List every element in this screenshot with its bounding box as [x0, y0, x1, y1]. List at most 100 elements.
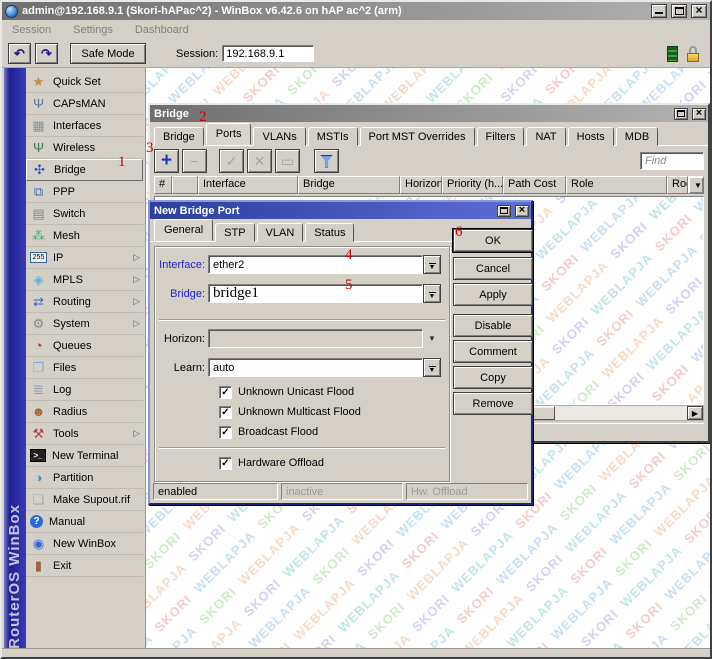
- learn-field[interactable]: auto: [208, 358, 423, 377]
- sidebar-item-radius[interactable]: ☻Radius: [26, 401, 143, 423]
- tools-icon: ⚒: [30, 426, 47, 442]
- sidebar-item-queues[interactable]: ◔Queues: [26, 335, 143, 357]
- sidebar-item-capsman[interactable]: ΨCAPsMAN: [26, 93, 143, 115]
- sidebar-item-partition[interactable]: ◑Partition: [26, 467, 143, 489]
- dialog-tab-general[interactable]: General: [154, 219, 213, 241]
- apply-button[interactable]: Apply: [453, 283, 533, 306]
- exit-icon: ▮: [30, 558, 47, 574]
- tab-bridge[interactable]: Bridge: [154, 127, 204, 146]
- copy-button[interactable]: Copy: [453, 366, 533, 389]
- partition-icon: ◑: [30, 470, 47, 485]
- sidebar-item-log[interactable]: ≣Log: [26, 379, 143, 401]
- tab-mdb[interactable]: MDB: [616, 127, 658, 146]
- maximize-icon: [677, 110, 685, 117]
- sidebar-item-label: New WinBox: [53, 538, 116, 550]
- learn-dropdown-button[interactable]: ▼: [423, 358, 441, 377]
- sidebar-item-quick-set[interactable]: ★Quick Set: [26, 71, 143, 93]
- hardware-offload-checkbox[interactable]: ✓: [219, 457, 232, 470]
- close-button[interactable]: ×: [691, 4, 707, 18]
- tab-mstis[interactable]: MSTIs: [308, 127, 358, 146]
- sidebar-item-ppp[interactable]: ⧉PPP: [26, 181, 143, 203]
- remove-button[interactable]: −: [182, 149, 207, 173]
- maximize-button[interactable]: [671, 4, 687, 18]
- dialog-maximize-button[interactable]: [497, 205, 511, 217]
- broadcast-flood-checkbox[interactable]: ✓: [219, 426, 232, 439]
- sidebar-item-routing[interactable]: ⇄Routing▷: [26, 291, 143, 313]
- bridge-field[interactable]: bridge1: [208, 284, 423, 303]
- tab-vlans[interactable]: VLANs: [253, 127, 305, 146]
- sidebar-item-new-terminal[interactable]: >_New Terminal: [26, 445, 143, 467]
- main-titlebar[interactable]: admin@192.168.9.1 (Skori-hAPac^2) - WinB…: [2, 2, 710, 20]
- session-field[interactable]: 192.168.9.1: [222, 45, 314, 62]
- dialog-close-button[interactable]: ×: [515, 205, 529, 217]
- tab-ports[interactable]: Ports: [206, 123, 252, 145]
- sidebar-item-mpls[interactable]: ◈MPLS▷: [26, 269, 143, 291]
- bridge-titlebar[interactable]: Bridge ×: [150, 105, 708, 122]
- find-input[interactable]: [640, 152, 704, 170]
- brand-text: RouterOS WinBox: [6, 504, 23, 649]
- unknown-multicast-flood-checkbox[interactable]: ✓: [219, 406, 232, 419]
- sidebar-item-files[interactable]: ❐Files: [26, 357, 143, 379]
- horizon-field[interactable]: [208, 329, 423, 348]
- bridge-close-button[interactable]: ×: [692, 108, 706, 120]
- dialog-tab-stp[interactable]: STP: [215, 223, 254, 242]
- menu-session[interactable]: Session: [12, 24, 51, 36]
- enable-button[interactable]: ✓: [219, 149, 244, 173]
- checkbox-row-unknown-multicast-flood[interactable]: ✓Unknown Multicast Flood: [219, 404, 361, 420]
- column-select-button[interactable]: ▼: [688, 176, 704, 194]
- sidebar-item-switch[interactable]: ▤Switch: [26, 203, 143, 225]
- sidebar-item-make-supout-rif[interactable]: ❏Make Supout.rif: [26, 489, 143, 511]
- disable-button[interactable]: ✕: [247, 149, 272, 173]
- checkbox-row-broadcast-flood[interactable]: ✓Broadcast Flood: [219, 424, 318, 440]
- scroll-right-button[interactable]: ▶: [687, 406, 703, 420]
- filter-button[interactable]: [314, 149, 339, 173]
- safe-mode-button[interactable]: Safe Mode: [70, 43, 146, 64]
- bridge-dropdown-button[interactable]: ▼: [423, 284, 441, 303]
- dialog-tab-vlan[interactable]: VLAN: [257, 223, 304, 242]
- sidebar-item-mesh[interactable]: ⁂Mesh: [26, 225, 143, 247]
- column-header-interface[interactable]: Interface: [198, 176, 298, 194]
- column-header-roo[interactable]: Roo: [667, 176, 688, 194]
- column-header-item[interactable]: [172, 176, 198, 194]
- unknown-unicast-flood-checkbox[interactable]: ✓: [219, 386, 232, 399]
- column-header-bridge[interactable]: Bridge: [298, 176, 400, 194]
- column-header-horizon[interactable]: Horizon: [400, 176, 442, 194]
- add-button[interactable]: +: [154, 149, 179, 173]
- sidebar-item-new-winbox[interactable]: ◉New WinBox: [26, 533, 143, 555]
- interface-field[interactable]: ether2: [208, 255, 423, 274]
- ok-button[interactable]: OK: [453, 229, 533, 252]
- cancel-button[interactable]: Cancel: [453, 257, 533, 280]
- remove-button[interactable]: Remove: [453, 392, 533, 415]
- menu-settings[interactable]: Settings: [73, 24, 113, 36]
- tab-filters[interactable]: Filters: [477, 127, 525, 146]
- redo-button[interactable]: ↷: [35, 43, 58, 64]
- column-header-priority-h[interactable]: Priority (h...: [442, 176, 503, 194]
- sidebar-item-exit[interactable]: ▮Exit: [26, 555, 143, 577]
- dialog-titlebar[interactable]: New Bridge Port ×: [150, 202, 531, 219]
- sidebar-item-system[interactable]: ⚙System▷: [26, 313, 143, 335]
- sidebar-item-interfaces[interactable]: ▦Interfaces: [26, 115, 143, 137]
- sidebar-item-ip[interactable]: 255IP▷: [26, 247, 143, 269]
- column-header-blank[interactable]: #: [154, 176, 172, 194]
- sidebar-item-wireless[interactable]: ΨWireless: [26, 137, 143, 159]
- sidebar-item-bridge[interactable]: ✣Bridge: [26, 159, 143, 181]
- column-header-path-cost[interactable]: Path Cost: [503, 176, 566, 194]
- comment-button[interactable]: Comment: [453, 340, 533, 363]
- tab-hosts[interactable]: Hosts: [568, 127, 614, 146]
- menu-dashboard[interactable]: Dashboard: [135, 24, 189, 36]
- column-header-role[interactable]: Role: [566, 176, 667, 194]
- horizon-dropdown-arrow[interactable]: ▼: [423, 334, 441, 343]
- dialog-tab-status[interactable]: Status: [305, 223, 354, 242]
- interface-dropdown-button[interactable]: ▼: [423, 255, 441, 274]
- undo-button[interactable]: ↶: [8, 43, 31, 64]
- bridge-maximize-button[interactable]: [674, 108, 688, 120]
- sidebar-item-manual[interactable]: ?Manual: [26, 511, 143, 533]
- tab-nat[interactable]: NAT: [526, 127, 565, 146]
- tab-port-mst-overrides[interactable]: Port MST Overrides: [360, 127, 475, 146]
- comment-button[interactable]: ▭: [275, 149, 300, 173]
- minimize-button[interactable]: [651, 4, 667, 18]
- sidebar-item-tools[interactable]: ⚒Tools▷: [26, 423, 143, 445]
- checkbox-row-unknown-unicast-flood[interactable]: ✓Unknown Unicast Flood: [219, 384, 354, 400]
- checkbox-row-hardware-offload[interactable]: ✓Hardware Offload: [219, 455, 324, 471]
- disable-button[interactable]: Disable: [453, 314, 533, 337]
